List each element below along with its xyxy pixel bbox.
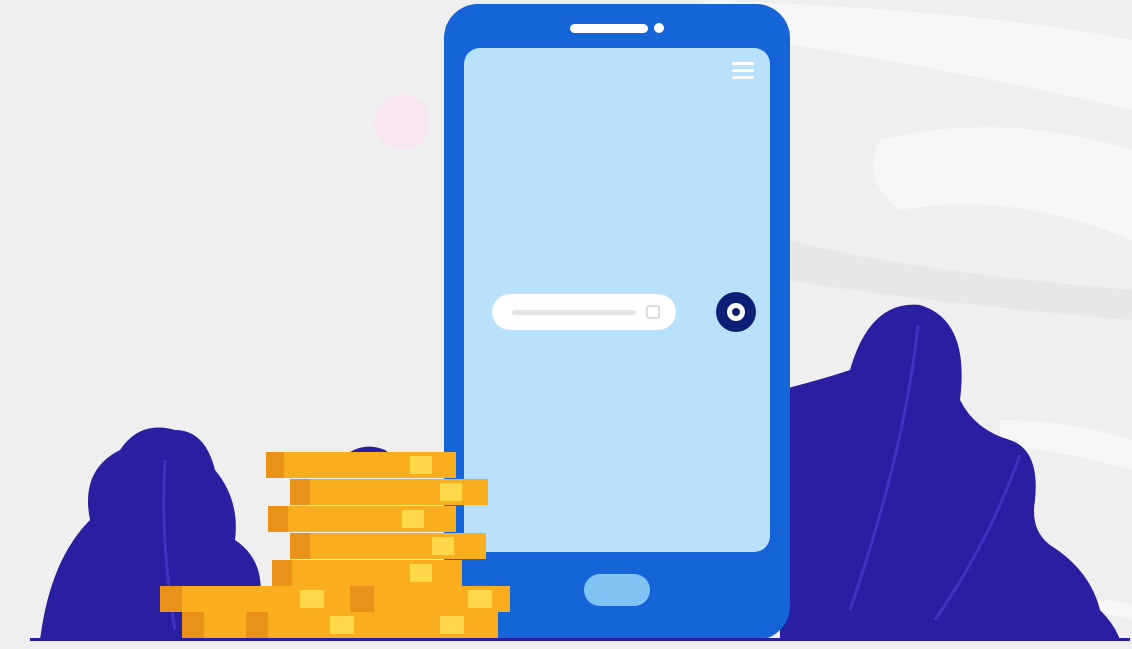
coin-layer bbox=[290, 533, 486, 559]
coin-layer bbox=[266, 452, 456, 478]
coin-layer bbox=[290, 479, 488, 505]
coin-layer bbox=[182, 612, 498, 638]
ground-line bbox=[30, 638, 1130, 641]
coin-stack bbox=[30, 452, 1130, 641]
illustration-scene bbox=[0, 0, 1132, 649]
coin-layer bbox=[268, 506, 456, 532]
coin-layer bbox=[272, 560, 462, 586]
coin-layer bbox=[160, 586, 510, 612]
